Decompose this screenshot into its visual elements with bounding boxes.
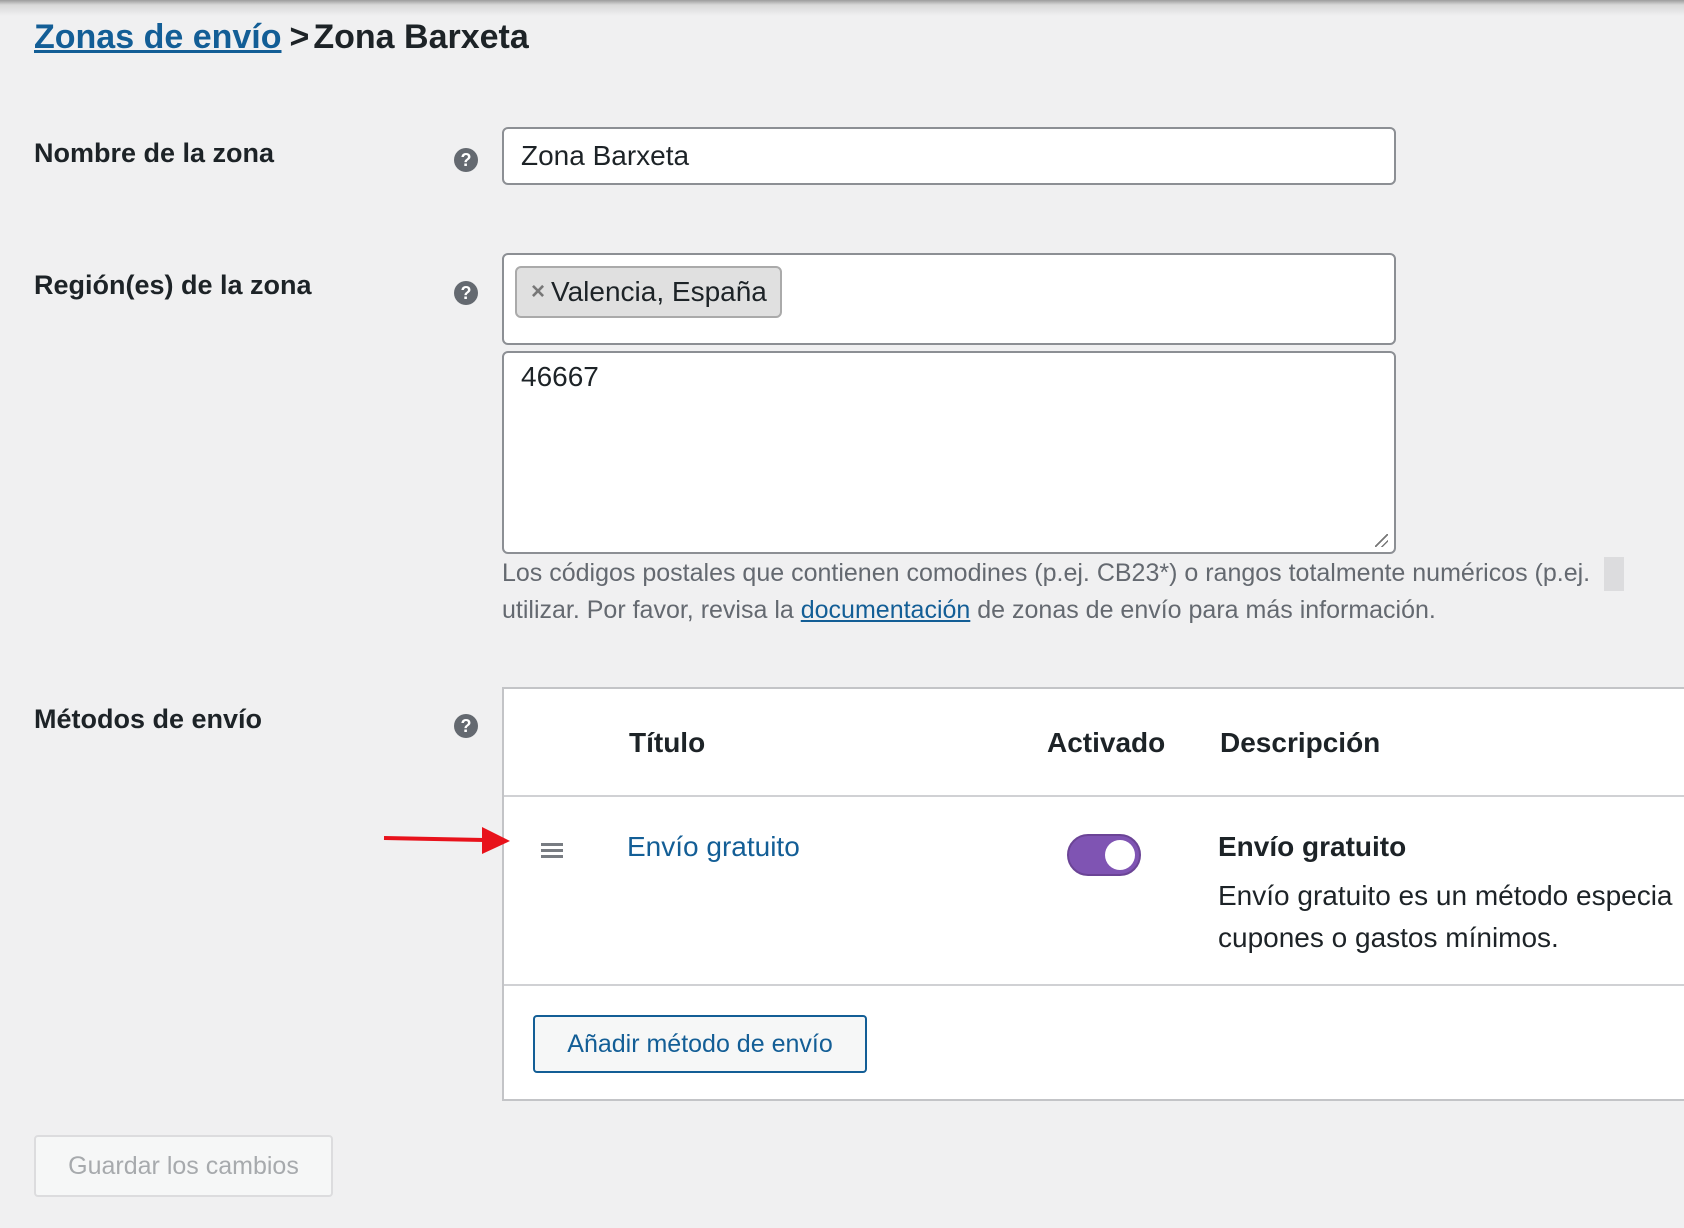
save-changes-button[interactable]: Guardar los cambios xyxy=(34,1135,333,1197)
shipping-methods-help-icon[interactable]: ? xyxy=(454,714,478,738)
annotation-arrow-head xyxy=(482,827,510,854)
help-text-line-1: Los códigos postales que contienen comod… xyxy=(502,555,1625,592)
column-header-enabled: Activado xyxy=(1047,727,1166,758)
method-description-line-2: cupones o gastos mínimos. xyxy=(1218,922,1559,953)
add-shipping-method-button[interactable]: Añadir método de envío xyxy=(533,1015,867,1073)
clipped-code-chip xyxy=(1604,557,1625,592)
column-header-description: Descripción xyxy=(1220,727,1381,758)
breadcrumb-current: Zona Barxeta xyxy=(313,18,529,56)
top-shadow xyxy=(0,0,1684,16)
zone-regions-help-icon[interactable]: ? xyxy=(454,281,478,305)
method-description-text: Envío gratuito es un método especia cupo… xyxy=(1218,875,1673,959)
documentation-link[interactable]: documentación xyxy=(801,596,971,624)
row-divider xyxy=(504,984,1684,986)
shipping-methods-label: Métodos de envío xyxy=(34,704,263,734)
region-chip-label: Valencia, España xyxy=(551,276,767,307)
method-enabled-toggle[interactable] xyxy=(1067,834,1141,876)
help-text-line-2-before: utilizar. Por favor, revisa la xyxy=(502,596,794,624)
help-text-line-2: utilizar. Por favor, revisa la documenta… xyxy=(502,592,1624,629)
help-text-line-1-text: Los códigos postales que contienen comod… xyxy=(502,559,1591,587)
zone-name-help-icon[interactable]: ? xyxy=(454,148,478,172)
annotation-arrow-icon xyxy=(383,827,510,854)
breadcrumb-shipping-zones-link[interactable]: Zonas de envío xyxy=(34,18,282,56)
help-text-line-2-after: de zonas de envío para más información. xyxy=(977,596,1436,624)
postcodes-help-text: Los códigos postales que contienen comod… xyxy=(502,555,1625,629)
breadcrumb-separator: > xyxy=(289,18,310,56)
header-divider xyxy=(504,795,1684,797)
method-description-title: Envío gratuito xyxy=(1218,831,1407,862)
postcodes-value: 46667 xyxy=(521,361,599,392)
shipping-methods-table: Título Activado Descripción Envío gratui… xyxy=(502,687,1684,1101)
zone-name-label: Nombre de la zona xyxy=(34,138,275,168)
annotation-arrow-shaft xyxy=(383,836,485,842)
resize-handle-icon[interactable] xyxy=(1375,534,1388,547)
zone-name-input[interactable]: Zona Barxeta xyxy=(502,127,1396,185)
zone-regions-select[interactable]: × Valencia, España xyxy=(502,253,1396,345)
postcodes-textarea[interactable]: 46667 xyxy=(502,351,1396,554)
region-chip: × Valencia, España xyxy=(515,266,782,318)
method-title-link[interactable]: Envío gratuito xyxy=(627,831,800,863)
method-description-line-1: Envío gratuito es un método especia xyxy=(1218,880,1673,911)
column-header-title: Título xyxy=(629,727,706,758)
drag-handle-icon[interactable] xyxy=(541,843,563,858)
toggle-knob xyxy=(1105,840,1135,870)
chip-remove-icon[interactable]: × xyxy=(531,278,545,306)
zone-regions-label: Región(es) de la zona xyxy=(34,270,312,300)
breadcrumb: Zonas de envío > Zona Barxeta xyxy=(34,18,529,57)
